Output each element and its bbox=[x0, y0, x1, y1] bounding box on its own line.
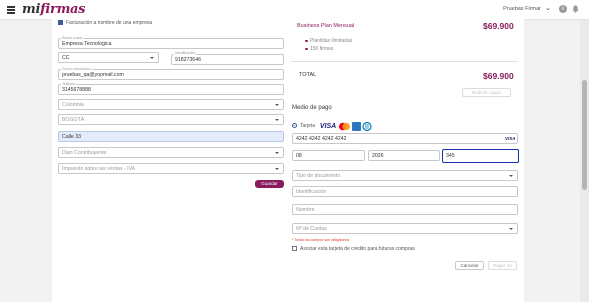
company-billing-checkbox[interactable] bbox=[58, 20, 63, 25]
company-name-field[interactable]: Empresa Tecnologica bbox=[58, 38, 284, 49]
fiscal-responsibility-placeholder: Dian Contribuyente bbox=[62, 150, 107, 156]
divider bbox=[291, 61, 518, 62]
logo-prefix: mi bbox=[22, 2, 41, 17]
card-method-radio[interactable] bbox=[292, 123, 297, 128]
scrollbar[interactable] bbox=[580, 20, 589, 302]
scrollbar-thumb[interactable] bbox=[582, 80, 587, 190]
info-icon[interactable]: i bbox=[559, 5, 567, 13]
payer-document-type-select[interactable]: Tipo de documento bbox=[292, 170, 518, 181]
installments-placeholder: Nº de Cuotas bbox=[296, 226, 327, 232]
tax-type-select[interactable]: Impuesto sobre las ventas - IVA bbox=[58, 163, 284, 174]
dropdown-arrow-icon bbox=[509, 175, 513, 177]
required-fields-note: * Todos los campos son obligatorios bbox=[292, 238, 350, 242]
feature-item: 150 firmas bbox=[310, 45, 334, 52]
cancel-button[interactable]: Cancelar bbox=[455, 261, 484, 270]
card-brand-badge: VISA bbox=[505, 136, 516, 141]
chevron-down-icon[interactable]: ⌄ bbox=[545, 4, 551, 12]
email-field[interactable]: pruebas_qa@yopmail.com bbox=[58, 69, 284, 80]
redeem-coupon-button[interactable]: Redimir cupón bbox=[462, 88, 511, 97]
total-value: $69.900 bbox=[483, 71, 514, 81]
city-select[interactable]: BOGOTÁ bbox=[58, 114, 284, 125]
fiscal-responsibility-select[interactable]: Dian Contribuyente bbox=[58, 147, 284, 158]
country-select[interactable]: Colombia bbox=[58, 99, 284, 110]
installments-select[interactable]: Nº de Cuotas bbox=[292, 223, 518, 234]
diners-logo bbox=[362, 122, 372, 131]
tax-type-placeholder: Impuesto sobre las ventas - IVA bbox=[62, 166, 136, 172]
dropdown-arrow-icon bbox=[150, 57, 154, 59]
payment-section-title: Medio de pago bbox=[292, 105, 332, 111]
menu-icon[interactable] bbox=[7, 6, 15, 14]
expiry-month-field[interactable]: 08 bbox=[292, 150, 365, 161]
total-label: TOTAL bbox=[299, 72, 317, 78]
bullet-icon bbox=[305, 39, 308, 42]
payer-id-field[interactable]: Identificación bbox=[292, 186, 518, 197]
dropdown-arrow-icon bbox=[275, 168, 279, 170]
feature-item: Plantillas ilimitadas bbox=[310, 37, 353, 44]
card-method-label: Tarjeta bbox=[300, 123, 316, 129]
expiry-year-field[interactable]: 2026 bbox=[368, 150, 440, 161]
company-name-label: Razón social bbox=[61, 35, 84, 40]
city-value: BOGOTÁ bbox=[62, 117, 85, 123]
pay-now-button[interactable]: Pagar Ya bbox=[488, 261, 517, 270]
dropdown-arrow-icon bbox=[275, 152, 279, 154]
phone-field[interactable]: 3145678888 bbox=[58, 84, 284, 95]
country-value: Colombia bbox=[62, 102, 84, 108]
dropdown-arrow-icon bbox=[275, 104, 279, 106]
save-button[interactable]: Guardar bbox=[255, 180, 284, 188]
card-number-field[interactable]: 4242 4242 4242 4242 bbox=[292, 133, 518, 144]
dropdown-arrow-icon bbox=[275, 119, 279, 121]
user-name[interactable]: Pruebas Firmar bbox=[503, 6, 541, 12]
bullet-icon bbox=[305, 47, 308, 50]
plan-name: Business Plan Mensual bbox=[297, 23, 355, 29]
document-number-field[interactable]: 918273646 bbox=[171, 54, 284, 65]
document-number-label: Identificación bbox=[174, 50, 197, 55]
document-type-value: CC bbox=[62, 55, 70, 61]
mastercard-logo bbox=[339, 122, 350, 131]
plan-price: $69.900 bbox=[483, 21, 514, 31]
phone-label: Teléfono bbox=[61, 81, 77, 86]
payer-name-field[interactable]: Nombre bbox=[292, 204, 518, 215]
company-billing-label: Facturación a nombre de una empresa bbox=[66, 19, 153, 26]
document-type-select[interactable]: CC bbox=[58, 52, 159, 63]
email-label: Correo electrónico bbox=[61, 66, 92, 71]
save-card-label: Asociar esta tarjeta de crédito para fut… bbox=[300, 246, 415, 252]
address-field[interactable]: Calle 33 bbox=[58, 131, 284, 142]
amex-logo bbox=[352, 122, 361, 131]
save-card-checkbox[interactable] bbox=[292, 246, 297, 251]
payer-document-type-placeholder: Tipo de documento bbox=[296, 173, 341, 179]
dropdown-arrow-icon bbox=[509, 228, 513, 230]
bell-icon[interactable] bbox=[572, 5, 579, 13]
cvv-field[interactable]: 345 bbox=[442, 149, 519, 163]
visa-logo: VISA bbox=[319, 123, 337, 130]
